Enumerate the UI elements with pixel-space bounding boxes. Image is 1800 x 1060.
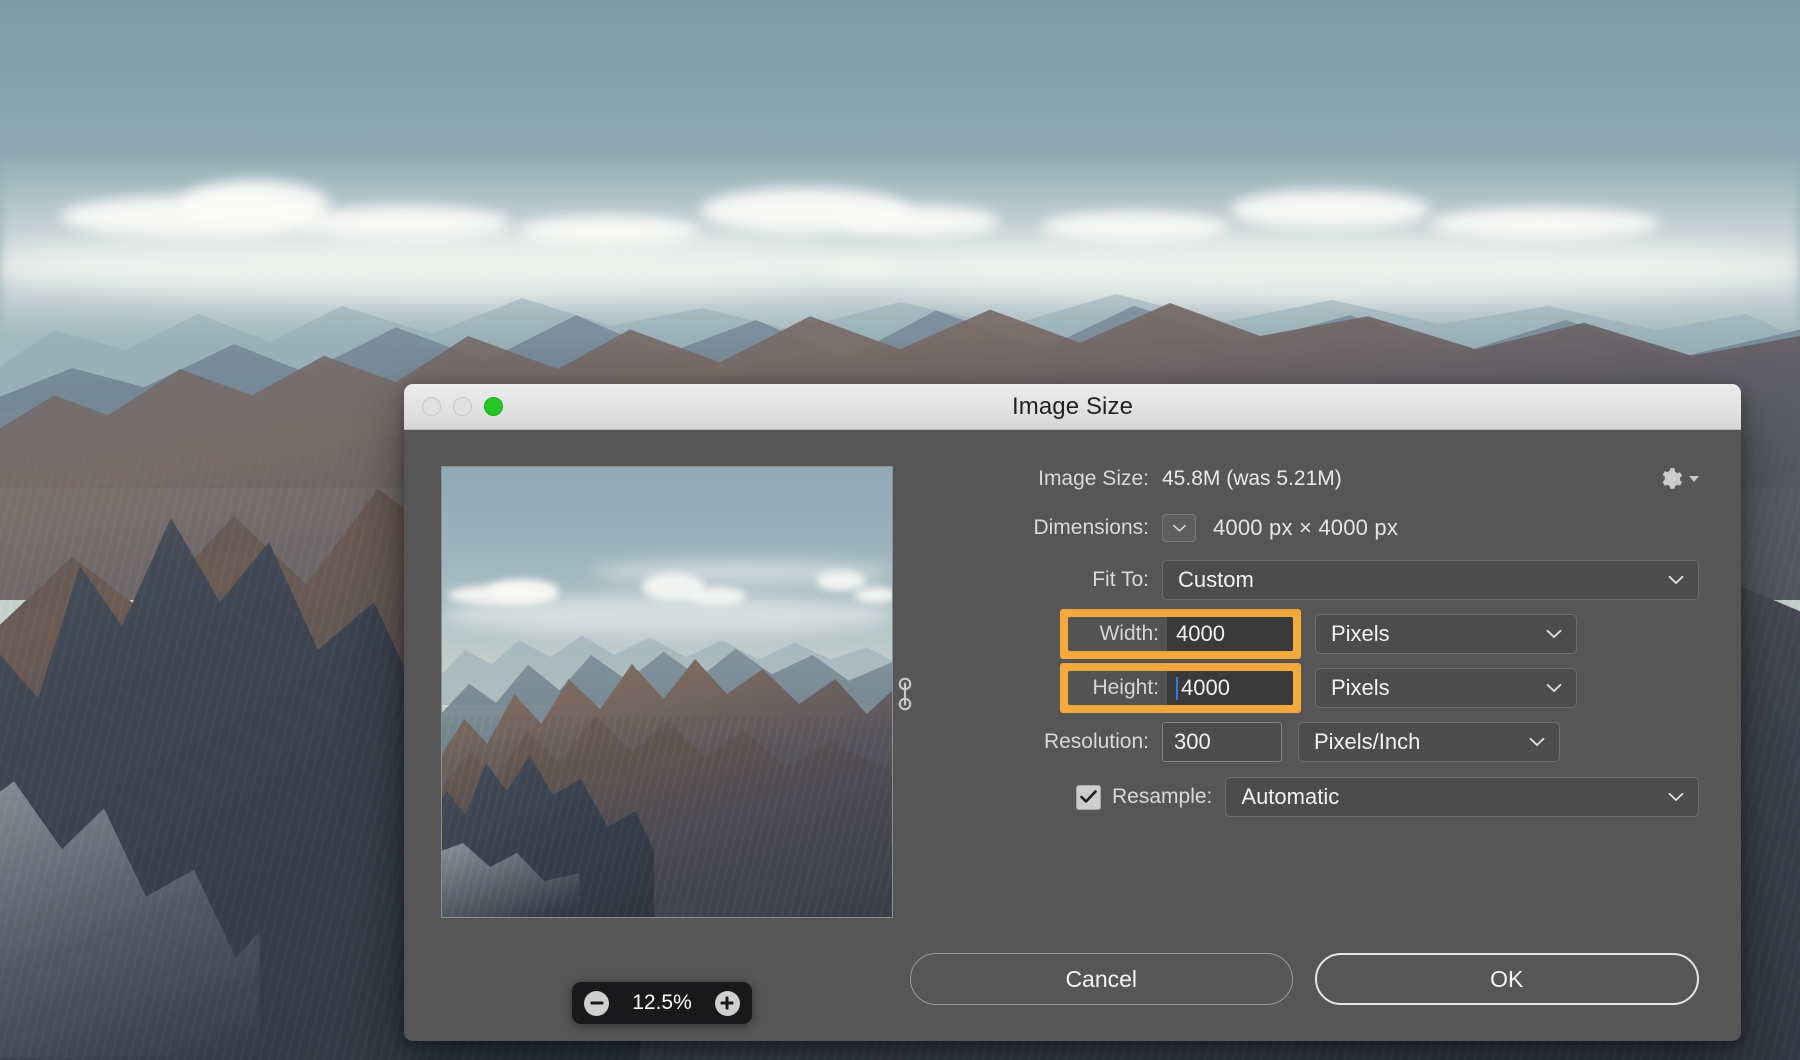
dimensions-label: Dimensions: (910, 516, 1162, 540)
ok-button[interactable]: OK (1315, 953, 1700, 1005)
image-preview[interactable] (441, 466, 893, 918)
dialog-body: 12.5% Image Size: 45.8M (was 5.21M) (404, 430, 1741, 1041)
resample-checkbox[interactable] (1076, 785, 1101, 810)
image-size-label: Image Size: (910, 467, 1162, 491)
settings-menu-button[interactable] (1658, 466, 1699, 492)
chevron-down-icon (1529, 737, 1545, 747)
dimensions-value: 4000 px × 4000 px (1213, 515, 1398, 541)
zoom-in-icon[interactable] (715, 991, 740, 1016)
preview-pane: 12.5% (430, 458, 894, 1041)
cancel-button[interactable]: Cancel (910, 953, 1293, 1005)
wallpaper-cloud (0, 230, 900, 300)
link-dimensions-icon[interactable] (894, 673, 916, 715)
preview-cloud (592, 561, 892, 583)
width-value: 4000 (1176, 621, 1225, 647)
text-cursor (1176, 677, 1178, 700)
resolution-label: Resolution: (910, 730, 1162, 754)
fit-to-row: Fit To: Custom (910, 558, 1715, 602)
resample-method-value: Automatic (1241, 784, 1339, 810)
height-unit-select[interactable]: Pixels (1315, 668, 1577, 708)
width-row: Width: 4000 Pixels (910, 612, 1715, 656)
chevron-down-icon (1689, 476, 1699, 482)
height-value: 4000 (1181, 675, 1230, 701)
resolution-unit-value: Pixels/Inch (1314, 729, 1420, 755)
fit-to-label: Fit To: (910, 568, 1162, 592)
dialog-title: Image Size (404, 393, 1741, 421)
image-size-dialog: Image Size (404, 384, 1741, 1041)
resample-row: Resample: Automatic (910, 775, 1715, 819)
height-input[interactable]: 4000 (1167, 671, 1293, 705)
wallpaper-cloud (1230, 190, 1430, 230)
zoom-level-value: 12.5% (632, 991, 692, 1015)
controls-pane: Image Size: 45.8M (was 5.21M) Dimensions… (894, 458, 1715, 1041)
height-row: Height: 4000 Pixels (910, 666, 1715, 710)
height-field-highlight: Height: 4000 (1060, 663, 1301, 713)
width-input[interactable]: 4000 (1167, 617, 1293, 651)
chevron-down-icon (1546, 683, 1562, 693)
chevron-down-icon (1546, 629, 1562, 639)
preview-zoom-control: 12.5% (572, 982, 752, 1024)
wallpaper-cloud (1430, 208, 1660, 240)
width-field-highlight: Width: 4000 (1060, 609, 1301, 659)
width-label: Width: (1068, 617, 1167, 651)
image-size-value: 45.8M (was 5.21M) (1162, 467, 1342, 491)
image-size-row: Image Size: 45.8M (was 5.21M) (910, 462, 1715, 496)
resample-method-select[interactable]: Automatic (1225, 777, 1699, 817)
height-label: Height: (1068, 671, 1167, 705)
preview-cloud (854, 587, 893, 603)
preview-cloud (442, 595, 893, 635)
wallpaper-cloud (820, 236, 1800, 302)
dialog-titlebar: Image Size (404, 384, 1741, 430)
height-unit-value: Pixels (1331, 675, 1390, 701)
preview-texture (442, 717, 892, 918)
resolution-value: 300 (1174, 729, 1211, 755)
resolution-row: Resolution: 300 Pixels/Inch (910, 720, 1715, 764)
chevron-down-icon (1173, 524, 1186, 533)
resolution-unit-select[interactable]: Pixels/Inch (1298, 722, 1560, 762)
fit-to-select[interactable]: Custom (1162, 560, 1699, 600)
zoom-out-icon[interactable] (584, 991, 609, 1016)
dimensions-unit-dropdown[interactable] (1162, 514, 1196, 542)
width-unit-value: Pixels (1331, 621, 1390, 647)
dimensions-row: Dimensions: 4000 px × 4000 px (910, 508, 1715, 548)
wallpaper-cloud (840, 206, 1000, 238)
check-icon (1080, 790, 1097, 804)
resolution-input[interactable]: 300 (1162, 722, 1282, 762)
dialog-button-row: Cancel OK (910, 953, 1699, 1005)
resample-label: Resample: (1101, 785, 1225, 809)
gear-icon (1658, 466, 1684, 492)
chevron-down-icon (1668, 792, 1684, 802)
desktop-background: Image Size (0, 0, 1800, 1060)
width-unit-select[interactable]: Pixels (1315, 614, 1577, 654)
fit-to-value: Custom (1178, 567, 1254, 593)
chevron-down-icon (1668, 575, 1684, 585)
